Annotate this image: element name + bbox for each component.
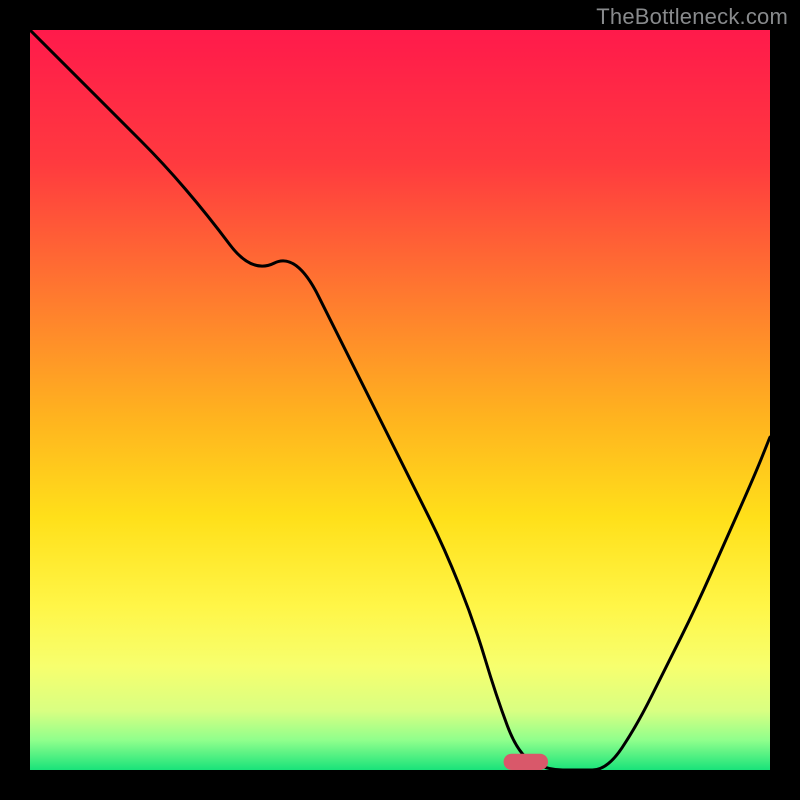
optimum-marker-layer	[30, 30, 770, 770]
chart-frame: TheBottleneck.com	[0, 0, 800, 800]
optimum-marker	[504, 754, 548, 770]
watermark-text: TheBottleneck.com	[596, 4, 788, 30]
plot-area	[30, 30, 770, 770]
